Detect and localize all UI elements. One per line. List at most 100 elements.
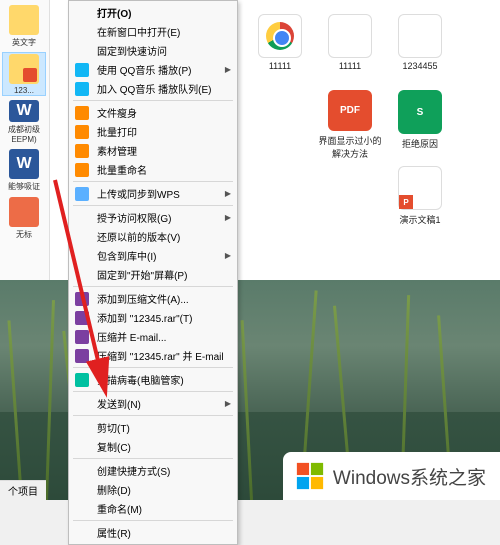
context-menu-item[interactable]: 上传或同步到WPS▶ — [69, 184, 237, 203]
ppt-icon — [9, 197, 39, 227]
image-icon — [328, 14, 372, 58]
context-menu-item[interactable]: 剪切(T) — [69, 418, 237, 437]
context-menu-item[interactable]: 添加到压缩文件(A)... — [69, 289, 237, 308]
context-menu-item[interactable]: 扫描病毒(电脑管家) — [69, 370, 237, 389]
file-item[interactable]: 11111 — [248, 14, 312, 84]
image-icon: P — [398, 166, 442, 210]
submenu-arrow-icon: ▶ — [225, 213, 231, 222]
context-menu-item[interactable]: 重命名(M) — [69, 499, 237, 518]
file-item[interactable]: S 拒绝原因 — [388, 90, 452, 160]
context-menu-item[interactable]: 包含到库中(I)▶ — [69, 246, 237, 265]
sidebar: 英文字 123... W 成都初级 EEPM) W 能够吸证 无标 — [0, 0, 50, 280]
file-item[interactable]: 11111 — [318, 14, 382, 84]
qq-icon — [75, 63, 89, 77]
context-menu-item[interactable]: 加入 QQ音乐 播放队列(E) — [69, 79, 237, 98]
word-icon: W — [9, 100, 39, 122]
wps-icon — [75, 106, 89, 120]
context-menu-item[interactable]: 固定到快速访问 — [69, 41, 237, 60]
chrome-icon — [258, 14, 302, 58]
context-menu-item[interactable]: 压缩到 "12345.rar" 并 E-mail — [69, 346, 237, 365]
rar-icon — [75, 311, 89, 325]
watermark: Windows系统之家 — [283, 452, 500, 500]
menu-item-label: 创建快捷方式(S) — [97, 463, 170, 478]
file-label: 拒绝原因 — [402, 137, 438, 150]
menu-separator — [73, 520, 233, 521]
sidebar-item[interactable]: W 能够吸证 — [2, 148, 46, 192]
word-icon: W — [9, 149, 39, 179]
menu-separator — [73, 367, 233, 368]
context-menu-item[interactable]: 添加到 "12345.rar"(T) — [69, 308, 237, 327]
sidebar-item[interactable]: 无标 — [2, 196, 46, 240]
sidebar-label: 能够吸证 — [8, 181, 40, 192]
menu-separator — [73, 100, 233, 101]
context-menu-item[interactable]: 创建快捷方式(S) — [69, 461, 237, 480]
rar-icon — [75, 292, 89, 306]
context-menu-item[interactable]: 还原以前的版本(V) — [69, 227, 237, 246]
cloud-icon — [75, 187, 89, 201]
submenu-arrow-icon: ▶ — [225, 399, 231, 408]
image-icon — [398, 14, 442, 58]
file-label: 11111 — [269, 61, 291, 71]
sidebar-label: 成都初级 EEPM) — [2, 124, 46, 144]
context-menu-item[interactable]: 素材管理 — [69, 141, 237, 160]
menu-item-label: 扫描病毒(电脑管家) — [97, 372, 184, 387]
file-label: 界面显示过小的 解决方法 — [318, 134, 381, 160]
context-menu-item[interactable]: 批量重命名 — [69, 160, 237, 179]
context-menu-item[interactable]: 属性(R) — [69, 523, 237, 542]
menu-item-label: 重命名(M) — [97, 501, 142, 516]
file-item[interactable]: PDF 界面显示过小的 解决方法 — [318, 90, 382, 160]
context-menu-item[interactable]: 在新窗口中打开(E) — [69, 22, 237, 41]
folder-icon — [9, 54, 39, 84]
file-label: 1234455 — [402, 61, 437, 71]
context-menu-item[interactable]: 打开(O) — [69, 3, 237, 22]
folder-icon — [9, 5, 39, 35]
status-text: 个项目 — [8, 487, 38, 498]
submenu-arrow-icon: ▶ — [225, 189, 231, 198]
sidebar-item[interactable]: 英文字 — [2, 4, 46, 48]
menu-item-label: 授予访问权限(G) — [97, 210, 171, 225]
status-bar: 个项目 — [0, 480, 46, 500]
menu-item-label: 压缩到 "12345.rar" 并 E-mail — [97, 348, 224, 363]
sidebar-item[interactable]: W 成都初级 EEPM) — [2, 100, 46, 144]
context-menu-item[interactable]: 批量打印 — [69, 122, 237, 141]
menu-item-label: 素材管理 — [97, 143, 137, 158]
file-label: 演示文稿1 — [399, 213, 440, 226]
sidebar-label: 123... — [14, 86, 34, 95]
menu-item-label: 打开(O) — [97, 5, 131, 20]
menu-separator — [73, 286, 233, 287]
context-menu-item[interactable]: 使用 QQ音乐 播放(P)▶ — [69, 60, 237, 79]
menu-item-label: 发送到(N) — [97, 396, 141, 411]
menu-item-label: 复制(C) — [97, 439, 131, 454]
file-item[interactable]: P 演示文稿1 — [388, 166, 452, 236]
context-menu-item[interactable]: 文件瘦身 — [69, 103, 237, 122]
menu-item-label: 固定到快速访问 — [97, 43, 167, 58]
menu-item-label: 加入 QQ音乐 播放队列(E) — [97, 81, 211, 96]
rar-icon — [75, 349, 89, 363]
context-menu-item[interactable]: 复制(C) — [69, 437, 237, 456]
spreadsheet-icon: S — [398, 90, 442, 134]
sidebar-item-selected[interactable]: 123... — [2, 52, 46, 96]
menu-item-label: 添加到 "12345.rar"(T) — [97, 310, 192, 325]
scan-icon — [75, 373, 89, 387]
menu-item-label: 压缩并 E-mail... — [97, 329, 166, 344]
menu-separator — [73, 415, 233, 416]
menu-item-label: 固定到"开始"屏幕(P) — [97, 267, 187, 282]
menu-item-label: 在新窗口中打开(E) — [97, 24, 180, 39]
menu-separator — [73, 205, 233, 206]
menu-item-label: 批量打印 — [97, 124, 137, 139]
sidebar-label: 无标 — [16, 229, 32, 240]
menu-item-label: 包含到库中(I) — [97, 248, 156, 263]
context-menu-item[interactable]: 删除(D) — [69, 480, 237, 499]
context-menu-item[interactable]: 固定到"开始"屏幕(P) — [69, 265, 237, 284]
wps-icon — [75, 125, 89, 139]
context-menu-item[interactable]: 授予访问权限(G) ▶ — [69, 208, 237, 227]
menu-separator — [73, 391, 233, 392]
menu-item-label: 文件瘦身 — [97, 105, 137, 120]
context-menu-item[interactable]: 发送到(N) ▶ — [69, 394, 237, 413]
submenu-arrow-icon: ▶ — [225, 65, 231, 74]
menu-item-label: 删除(D) — [97, 482, 131, 497]
context-menu-item[interactable]: 压缩并 E-mail... — [69, 327, 237, 346]
file-item[interactable]: 1234455 — [388, 14, 452, 84]
menu-separator — [73, 181, 233, 182]
context-menu: 打开(O) 在新窗口中打开(E) 固定到快速访问使用 QQ音乐 播放(P)▶ 加入 Q… — [68, 0, 238, 545]
